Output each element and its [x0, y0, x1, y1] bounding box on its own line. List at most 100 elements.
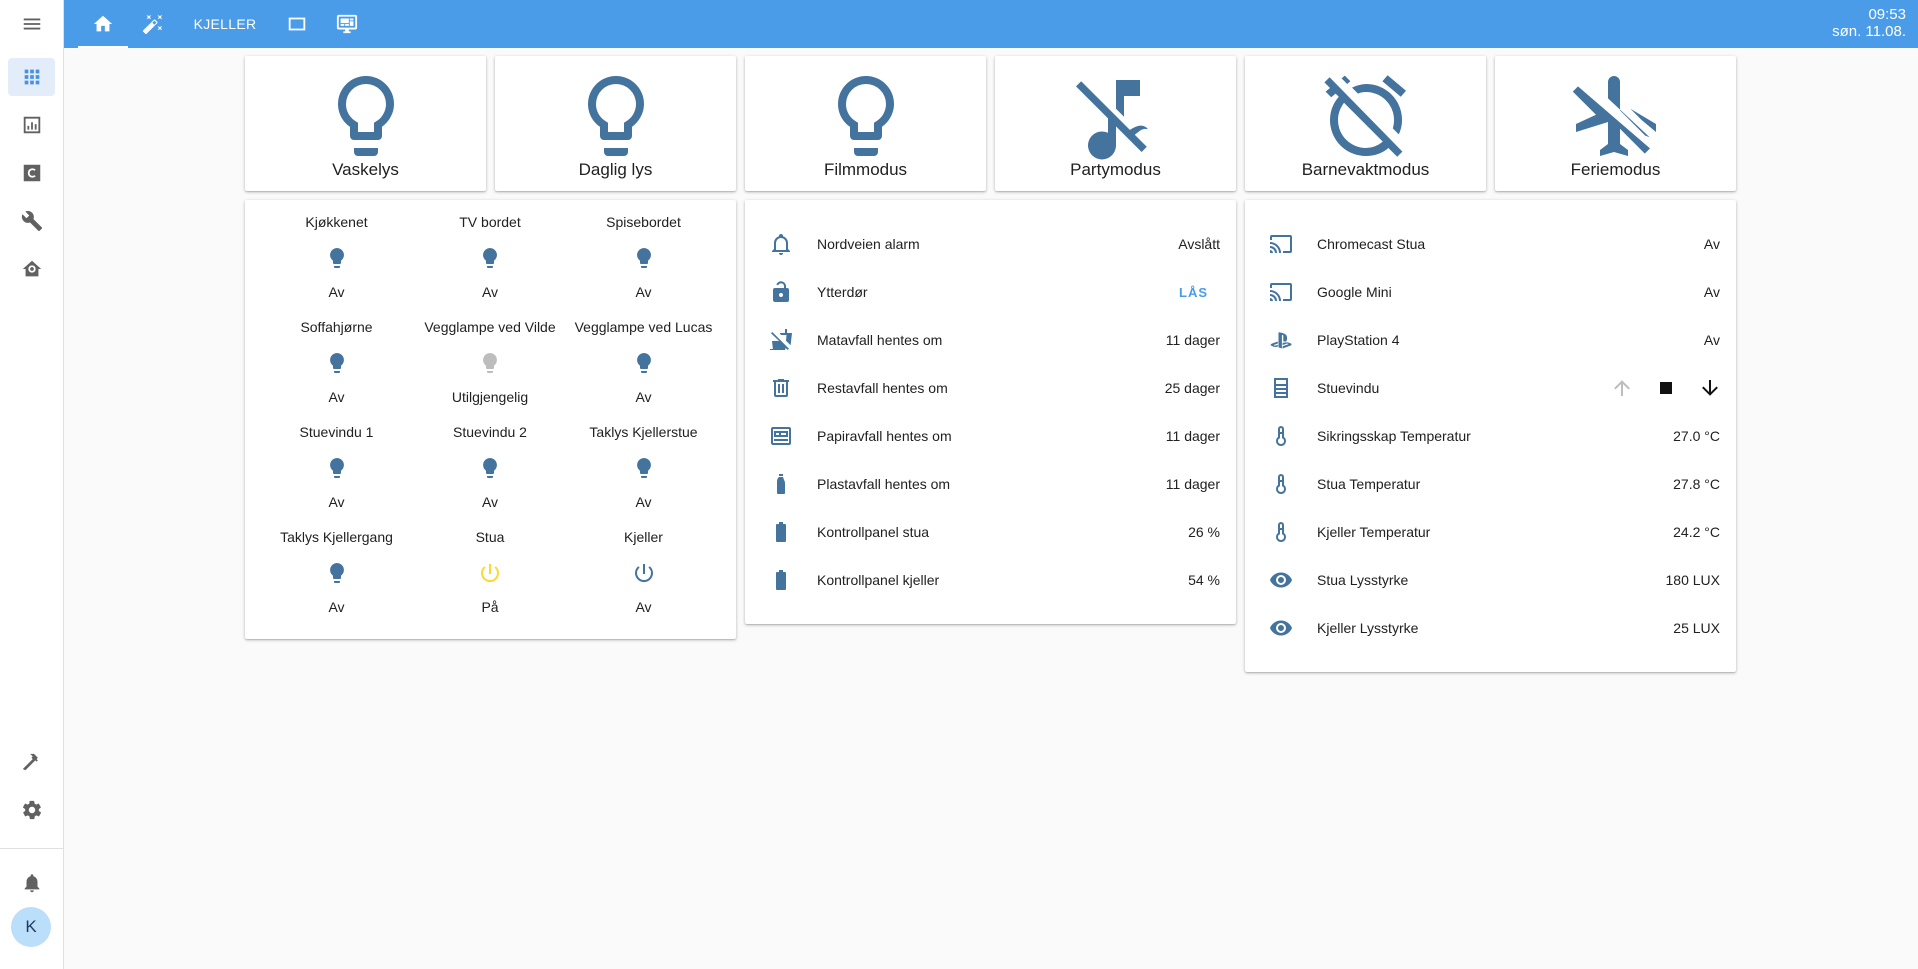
entity-name: Chromecast Stua [1317, 236, 1426, 252]
entity-icon [1261, 368, 1301, 408]
entity-icon [761, 416, 801, 456]
glance-item-state: Av [481, 284, 499, 300]
thermometer-icon [1276, 522, 1286, 542]
glance-item[interactable]: Vegglampe ved Lucas Av [567, 311, 720, 416]
monitor-dashboard-icon [336, 14, 358, 34]
glance-item-name: Taklys Kjellergang [280, 529, 393, 545]
glance-item[interactable]: Stuevindu 2 Av [414, 416, 567, 521]
bell-outline-icon [772, 234, 790, 255]
entity-row[interactable]: Plastavfall hentes om 11 dager [745, 460, 1236, 508]
mode-card-vaskelys[interactable]: Vaskelys [245, 56, 486, 191]
entity-row[interactable]: Restavfall hentes om 25 dager [745, 364, 1236, 412]
cover-stop-button[interactable] [1654, 376, 1678, 400]
entity-name: Plastavfall hentes om [817, 476, 951, 492]
sidebar-item-settings[interactable] [8, 791, 55, 829]
entity-row[interactable]: Chromecast Stua Av [1245, 220, 1736, 268]
glance-item-icon [260, 351, 413, 375]
glance-item[interactable]: Stua På [414, 521, 567, 626]
entity-state: 24.2 °C [1673, 524, 1720, 540]
glance-item-icon [260, 561, 413, 585]
entity-name: Kjeller Temperatur [1317, 524, 1431, 540]
arrow-down-icon [1702, 380, 1718, 396]
glance-item[interactable]: Stuevindu 1 Av [260, 416, 413, 521]
entity-state: 26 % [1188, 524, 1220, 540]
sidebar-item-history[interactable] [8, 106, 55, 144]
lock-button[interactable]: LÅS [1179, 285, 1208, 300]
glance-item-name: Stuevindu 1 [299, 424, 374, 440]
clock-date: søn. 11.08. [1832, 23, 1906, 40]
bulb-icon [329, 458, 344, 478]
tab-home[interactable] [78, 0, 128, 48]
entity-row[interactable]: Kontrollpanel stua 26 % [745, 508, 1236, 556]
entity-name: Ytterdør [817, 284, 868, 300]
tab-rectangle[interactable] [272, 0, 322, 48]
window-shutter-icon [1274, 378, 1288, 398]
mode-card-partymodus[interactable]: Partymodus [995, 56, 1236, 191]
mode-card-barnevaktmodus[interactable]: Barnevaktmodus [1245, 56, 1486, 191]
magic-wand-icon [142, 14, 163, 34]
sidebar-item-hacs[interactable] [8, 154, 55, 192]
eye-icon [1270, 572, 1292, 588]
avatar[interactable]: K [11, 907, 51, 947]
glance-item[interactable]: TV bordet Av [414, 206, 567, 311]
entity-row[interactable]: Stuevindu [1245, 364, 1736, 412]
mode-label: Feriemodus [1570, 160, 1661, 179]
entity-icon [1261, 512, 1301, 552]
cover-open-button[interactable] [1610, 376, 1634, 400]
glance-item[interactable]: Soffahjørne Av [260, 311, 413, 416]
mode-label: Daglig lys [578, 160, 653, 179]
entity-row[interactable]: Ytterdør LÅS [745, 268, 1236, 316]
mode-card-daglig-lys[interactable]: Daglig lys [495, 56, 736, 191]
battery-icon [776, 522, 786, 542]
tab-scenes[interactable] [128, 0, 178, 48]
entity-row[interactable]: Kontrollpanel kjeller 54 % [745, 556, 1236, 604]
entity-row[interactable]: PlayStation 4 Av [1245, 316, 1736, 364]
sidebar-item-automation[interactable] [8, 250, 55, 288]
entity-name: Sikringsskap Temperatur [1317, 428, 1471, 444]
entity-icon [761, 464, 801, 504]
sidebar-item-tools[interactable] [8, 202, 55, 240]
glance-item[interactable]: Taklys Kjellergang Av [260, 521, 413, 626]
tab-monitor[interactable] [322, 0, 372, 48]
entity-name: Kontrollpanel stua [817, 524, 930, 540]
lightbulb-icon [337, 76, 394, 156]
entity-row[interactable]: Matavfall hentes om 11 dager [745, 316, 1236, 364]
sidebar-item-overview[interactable] [8, 58, 55, 96]
entity-icon [761, 512, 801, 552]
top-bar: KJELLER 09:53 søn. 11.08. [64, 0, 1918, 48]
entity-icon [761, 560, 801, 600]
entity-state: 11 dager [1165, 428, 1220, 444]
cover-close-button[interactable] [1698, 376, 1722, 400]
mode-label: Vaskelys [332, 160, 399, 179]
glance-item-icon [567, 246, 720, 270]
playstation-icon [1270, 332, 1292, 349]
menu-button[interactable] [8, 5, 55, 43]
entity-row[interactable]: Kjeller Temperatur 24.2 °C [1245, 508, 1736, 556]
entity-row[interactable]: Kjeller Lysstyrke 25 LUX [1245, 604, 1736, 652]
glance-item[interactable]: Vegglampe ved Vilde Utilgjengelig [414, 311, 567, 416]
tab-kjeller[interactable]: KJELLER [178, 0, 272, 48]
glance-item[interactable]: Kjøkkenet Av [260, 206, 413, 311]
glance-item-icon [567, 561, 720, 585]
glance-item-icon [260, 246, 413, 270]
entity-row[interactable]: Nordveien alarm Avslått [745, 220, 1236, 268]
bulb-icon [483, 248, 497, 268]
glance-item-icon [567, 456, 720, 480]
sidebar-item-developer-tools[interactable] [8, 743, 55, 781]
entity-row[interactable]: Google Mini Av [1245, 268, 1736, 316]
entity-row[interactable]: Papiravfall hentes om 11 dager [745, 412, 1236, 460]
entity-row[interactable]: Sikringsskap Temperatur 27.0 °C [1245, 412, 1736, 460]
entity-state: 54 % [1188, 572, 1220, 588]
glance-item[interactable]: Taklys Kjellerstue Av [567, 416, 720, 521]
entity-row[interactable]: Stua Temperatur 27.8 °C [1245, 460, 1736, 508]
home-icon [93, 15, 113, 32]
glance-item-state: Av [635, 389, 652, 405]
glance-item-state: Av [635, 284, 652, 300]
mode-card-feriemodus[interactable]: Feriemodus [1495, 56, 1736, 191]
notifications-button[interactable] [8, 864, 55, 902]
mode-card-filmmodus[interactable]: Filmmodus [745, 56, 986, 191]
glance-item[interactable]: Kjeller Av [567, 521, 720, 626]
glance-item[interactable]: Spisebordet Av [567, 206, 720, 311]
glance-item-state: Av [328, 284, 345, 300]
entity-row[interactable]: Stua Lysstyrke 180 LUX [1245, 556, 1736, 604]
